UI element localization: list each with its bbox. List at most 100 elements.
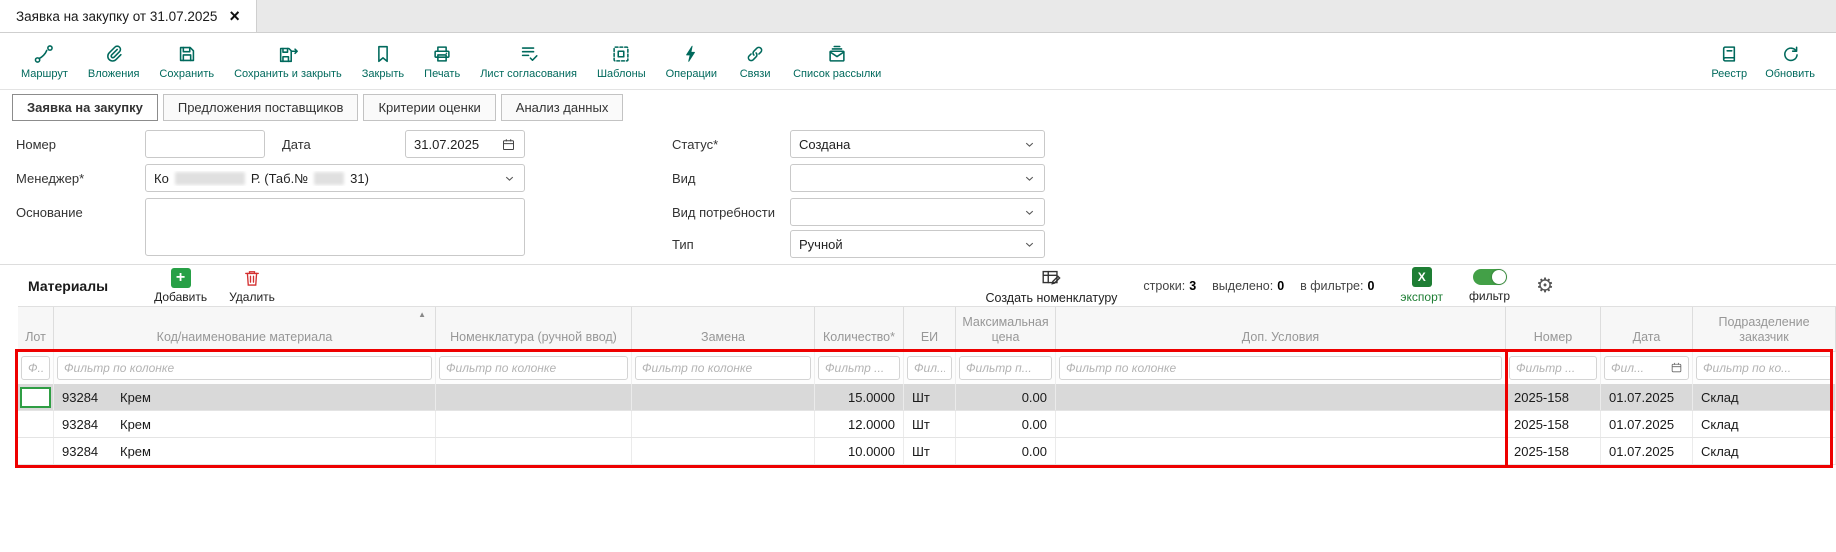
tab-analiz[interactable]: Анализ данных xyxy=(501,94,624,121)
cell-max-price: 0.00 xyxy=(956,411,1056,437)
document-tab-title: Заявка на закупку от 31.07.2025 xyxy=(16,9,217,24)
mailing-list-label: Список рассылки xyxy=(793,68,881,80)
save-button[interactable]: Сохранить xyxy=(150,39,223,84)
filter-toggle[interactable]: фильтр xyxy=(1469,269,1510,303)
sort-asc-icon[interactable]: ▲ xyxy=(418,310,426,320)
header-conditions[interactable]: Доп. Условия xyxy=(1056,307,1506,351)
header-date[interactable]: Дата xyxy=(1601,307,1693,351)
close-document-button[interactable]: Закрыть xyxy=(353,39,413,84)
tab-kriterii-label: Критерии оценки xyxy=(378,100,480,115)
cell-quantity: 10.0000 xyxy=(815,438,904,464)
chevron-down-icon xyxy=(1023,206,1036,219)
delete-row-label: Удалить xyxy=(229,290,275,304)
cell-quantity: 12.0000 xyxy=(815,411,904,437)
filter-input-max-price[interactable] xyxy=(959,356,1052,380)
tab-kriterii[interactable]: Критерии оценки xyxy=(363,94,495,121)
tab-predlozheniya-label: Предложения поставщиков xyxy=(178,100,344,115)
calendar-icon[interactable] xyxy=(501,137,516,152)
route-button[interactable]: Маршрут xyxy=(12,39,77,84)
header-number[interactable]: Номер xyxy=(1506,307,1601,351)
need-kind-select[interactable] xyxy=(790,198,1045,226)
plus-icon: + xyxy=(171,268,191,288)
filter-input-division[interactable] xyxy=(1696,356,1832,380)
registry-label: Реестр xyxy=(1711,68,1747,80)
calendar-icon[interactable] xyxy=(1670,361,1683,374)
registry-icon xyxy=(1718,43,1740,65)
section-tabs: Заявка на закупку Предложения поставщико… xyxy=(0,90,1836,124)
filter-input-conditions[interactable] xyxy=(1059,356,1502,380)
status-value: Создана xyxy=(799,137,850,152)
header-quantity[interactable]: Количество* xyxy=(815,307,904,351)
date-value: 31.07.2025 xyxy=(414,137,479,152)
table-header-row: Лот ▲ Код/наименование материала Номенкл… xyxy=(18,306,1836,352)
paperclip-icon xyxy=(103,43,125,65)
lightning-icon xyxy=(680,43,702,65)
materials-toolbar: Материалы + Добавить Удалить Создать ном… xyxy=(0,264,1836,306)
filter-input-nomenclature[interactable] xyxy=(439,356,628,380)
basis-textarea[interactable] xyxy=(145,198,525,256)
printer-icon xyxy=(431,43,453,65)
type-select[interactable]: Ручной xyxy=(790,230,1045,258)
header-division[interactable]: Подразделение заказчик xyxy=(1693,307,1836,351)
date-input[interactable]: 31.07.2025 xyxy=(405,130,525,158)
tab-analiz-label: Анализ данных xyxy=(516,100,609,115)
create-nomenclature-label: Создать номенклатуру xyxy=(985,291,1117,305)
approval-sheet-button[interactable]: Лист согласования xyxy=(471,39,586,84)
registry-button[interactable]: Реестр xyxy=(1702,39,1756,84)
need-kind-label: Вид потребности xyxy=(672,205,775,220)
document-tab[interactable]: Заявка на закупку от 31.07.2025 × xyxy=(0,0,257,32)
header-unit[interactable]: ЕИ xyxy=(904,307,956,351)
refresh-icon xyxy=(1779,43,1801,65)
filter-input-replacement[interactable] xyxy=(635,356,811,380)
refresh-label: Обновить xyxy=(1765,68,1815,80)
header-nomenclature[interactable]: Номенклатура (ручной ввод) xyxy=(436,307,632,351)
header-code-name[interactable]: ▲ Код/наименование материала xyxy=(54,307,436,351)
trash-icon xyxy=(242,268,262,288)
refresh-button[interactable]: Обновить xyxy=(1756,39,1824,84)
export-excel-button[interactable]: X экспорт xyxy=(1400,267,1443,304)
kind-select[interactable] xyxy=(790,164,1045,192)
add-row-button[interactable]: + Добавить xyxy=(154,268,207,304)
close-tab-icon[interactable]: × xyxy=(229,7,240,25)
cell-date: 01.07.2025 xyxy=(1601,411,1693,437)
filtered-count: в фильтре:0 xyxy=(1300,279,1374,293)
filter-input-lot[interactable] xyxy=(21,356,50,380)
filter-input-unit[interactable] xyxy=(907,356,952,380)
tab-predlozheniya[interactable]: Предложения поставщиков xyxy=(163,94,359,121)
templates-button[interactable]: Шаблоны xyxy=(588,39,655,84)
table-row-1[interactable]: 93284 Крем 15.0000 Шт 0.00 2025-158 01.0… xyxy=(18,384,1836,411)
status-select[interactable]: Создана xyxy=(790,130,1045,158)
number-input[interactable] xyxy=(145,130,265,158)
manager-select[interactable]: Ко Р. (Таб.№ 31) xyxy=(145,164,525,192)
main-toolbar: Маршрут Вложения Сохранить Сохранить и з… xyxy=(0,33,1836,90)
manager-value: Ко Р. (Таб.№ 31) xyxy=(154,171,369,186)
templates-icon xyxy=(610,43,632,65)
header-replacement[interactable]: Замена xyxy=(632,307,815,351)
grid-stats: строки:3 выделено:0 в фильтре:0 xyxy=(1143,279,1374,293)
cell-date: 01.07.2025 xyxy=(1601,384,1693,410)
header-max-price[interactable]: Максимальная цена xyxy=(956,307,1056,351)
toggle-on-icon[interactable] xyxy=(1473,269,1507,285)
tab-zayavka[interactable]: Заявка на закупку xyxy=(12,94,158,121)
attachments-button[interactable]: Вложения xyxy=(79,39,149,84)
templates-label: Шаблоны xyxy=(597,68,646,80)
filter-input-code-name[interactable] xyxy=(57,356,432,380)
cell-nomenclature xyxy=(436,384,632,410)
cell-conditions xyxy=(1056,438,1506,464)
save-and-close-label: Сохранить и закрыть xyxy=(234,68,342,80)
filter-input-number[interactable] xyxy=(1509,356,1597,380)
filter-input-quantity[interactable] xyxy=(818,356,900,380)
create-nomenclature-button[interactable]: Создать номенклатуру xyxy=(985,267,1117,305)
header-lot[interactable]: Лот xyxy=(18,307,54,351)
operations-button[interactable]: Операции xyxy=(657,39,726,84)
mailing-list-button[interactable]: Список рассылки xyxy=(784,39,890,84)
links-button[interactable]: Связи xyxy=(728,39,782,84)
table-row-3[interactable]: 93284 Крем 10.0000 Шт 0.00 2025-158 01.0… xyxy=(18,438,1836,465)
table-row-2[interactable]: 93284 Крем 12.0000 Шт 0.00 2025-158 01.0… xyxy=(18,411,1836,438)
gear-icon[interactable]: ⚙ xyxy=(1536,276,1554,296)
basis-label: Основание xyxy=(16,205,83,220)
delete-row-button[interactable]: Удалить xyxy=(229,268,275,304)
print-button[interactable]: Печать xyxy=(415,39,469,84)
save-and-close-button[interactable]: Сохранить и закрыть xyxy=(225,39,351,84)
request-form: Номер Дата 31.07.2025 Менеджер* Ко Р. (Т… xyxy=(0,124,1836,264)
